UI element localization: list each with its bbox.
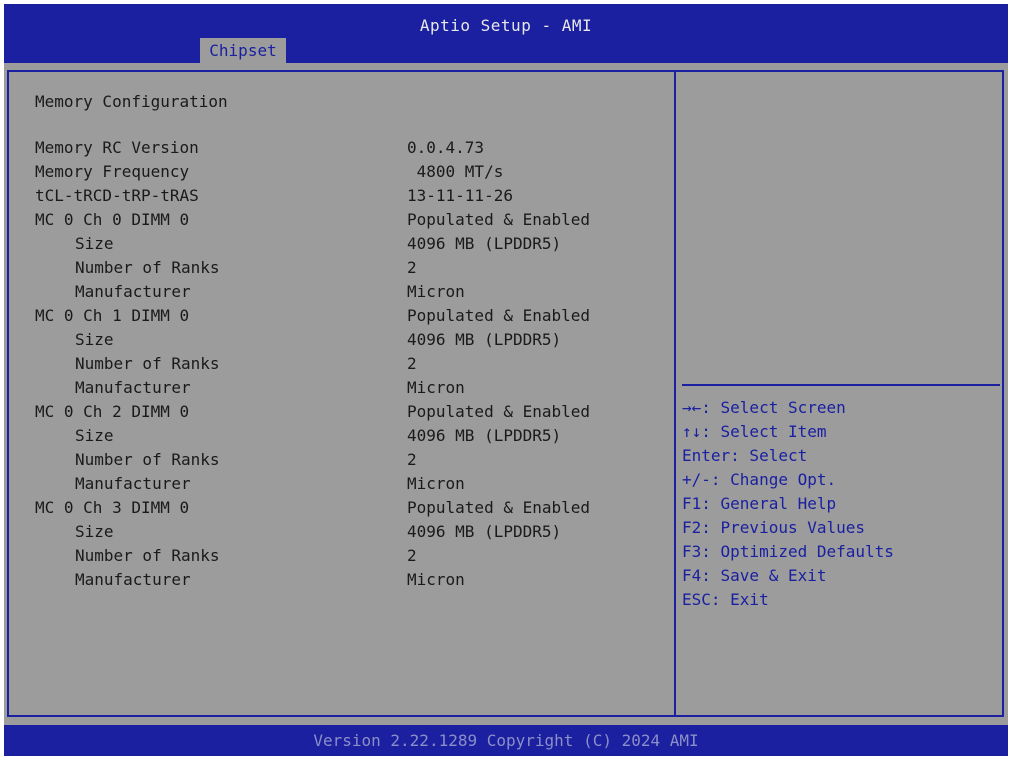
setting-row: Number of Ranks 2 xyxy=(35,546,655,570)
setting-value: 2 xyxy=(407,450,417,469)
setting-label: tCL-tRCD-tRP-tRAS xyxy=(35,186,199,205)
settings-panel: Memory Configuration Memory RC Version 0.… xyxy=(9,72,669,712)
setting-value: Micron xyxy=(407,474,465,493)
setting-label: Manufacturer xyxy=(75,282,191,301)
help-line: →←: Select Screen xyxy=(682,398,846,417)
setting-label: Number of Ranks xyxy=(75,354,220,373)
setting-label: Manufacturer xyxy=(75,474,191,493)
setting-row: Number of Ranks 2 xyxy=(35,258,655,282)
setting-value: Micron xyxy=(407,570,465,589)
setting-label: MC 0 Ch 2 DIMM 0 xyxy=(35,402,190,421)
setting-value: 2 xyxy=(407,546,417,565)
setting-value: Populated & Enabled xyxy=(407,306,591,325)
setting-value: Populated & Enabled xyxy=(407,210,591,229)
setting-row: tCL-tRCD-tRP-tRAS 13-11-11-26 xyxy=(35,186,655,210)
setting-value: 2 xyxy=(407,354,417,373)
setting-row: Manufacturer Micron xyxy=(35,282,655,306)
setting-row: MC 0 Ch 0 DIMM 0 Populated & Enabled xyxy=(35,210,655,234)
main-frame: Memory Configuration Memory RC Version 0.… xyxy=(7,70,1004,717)
setting-value: 4096 MB (LPDDR5) xyxy=(407,330,562,349)
setting-row: Manufacturer Micron xyxy=(35,570,655,594)
setting-value: Populated & Enabled xyxy=(407,402,591,421)
setting-row: MC 0 Ch 2 DIMM 0 Populated & Enabled xyxy=(35,402,655,426)
setting-label: Memory RC Version xyxy=(35,138,199,157)
footer-bar: Version 2.22.1289 Copyright (C) 2024 AMI xyxy=(4,725,1008,756)
help-line: F4: Save & Exit xyxy=(682,566,827,585)
setting-row: MC 0 Ch 3 DIMM 0 Populated & Enabled xyxy=(35,498,655,522)
setting-label: Number of Ranks xyxy=(75,546,220,565)
vertical-divider xyxy=(674,72,676,715)
setting-row: Size 4096 MB (LPDDR5) xyxy=(35,522,655,546)
setting-row: Manufacturer Micron xyxy=(35,378,655,402)
help-line: Enter: Select xyxy=(682,446,808,465)
setting-label: Size xyxy=(75,330,114,349)
setting-label: Number of Ranks xyxy=(75,258,220,277)
setting-label: Manufacturer xyxy=(75,570,191,589)
setting-row: Number of Ranks 2 xyxy=(35,450,655,474)
tab-chipset[interactable]: Chipset xyxy=(200,38,286,63)
help-divider xyxy=(682,384,1000,386)
help-line: +/-: Change Opt. xyxy=(682,470,837,489)
setting-label: MC 0 Ch 1 DIMM 0 xyxy=(35,306,190,325)
bios-screen: Aptio Setup - AMI Chipset Memory Configu… xyxy=(4,4,1008,756)
key-help-panel: →←: Select Screen ↑↓: Select Item Enter: S… xyxy=(682,398,1000,614)
setting-row: Memory RC Version 0.0.4.73 xyxy=(35,138,655,162)
help-line: ↑↓: Select Item xyxy=(682,422,827,441)
title-bar: Aptio Setup - AMI Chipset xyxy=(4,4,1008,63)
version-text: Version 2.22.1289 Copyright (C) 2024 AMI xyxy=(313,731,699,750)
setting-value: 2 xyxy=(407,258,417,277)
setting-value: 4096 MB (LPDDR5) xyxy=(407,234,562,253)
help-line: F3: Optimized Defaults xyxy=(682,542,894,561)
setting-row: Size 4096 MB (LPDDR5) xyxy=(35,330,655,354)
help-line: F2: Previous Values xyxy=(682,518,866,537)
setting-value: 4096 MB (LPDDR5) xyxy=(407,522,562,541)
app-title: Aptio Setup - AMI xyxy=(419,16,593,35)
setting-value: 4096 MB (LPDDR5) xyxy=(407,426,562,445)
setting-value: 0.0.4.73 xyxy=(407,138,485,157)
setting-value: 13-11-11-26 xyxy=(407,186,513,205)
setting-row: Manufacturer Micron xyxy=(35,474,655,498)
setting-label: Size xyxy=(75,234,114,253)
help-line: F1: General Help xyxy=(682,494,837,513)
setting-label: Memory Frequency xyxy=(35,162,190,181)
setting-row: Size 4096 MB (LPDDR5) xyxy=(35,426,655,450)
setting-row: Memory Frequency 4800 MT/s xyxy=(35,162,655,186)
setting-row: Number of Ranks 2 xyxy=(35,354,655,378)
setting-value: Micron xyxy=(407,378,465,397)
setting-label: Size xyxy=(75,522,114,541)
setting-label: MC 0 Ch 3 DIMM 0 xyxy=(35,498,190,517)
setting-value: 4800 MT/s xyxy=(407,162,504,181)
page-title: Memory Configuration xyxy=(35,92,228,111)
help-line: ESC: Exit xyxy=(682,590,769,609)
setting-row: Size 4096 MB (LPDDR5) xyxy=(35,234,655,258)
setting-label: Manufacturer xyxy=(75,378,191,397)
setting-label: MC 0 Ch 0 DIMM 0 xyxy=(35,210,190,229)
setting-row: MC 0 Ch 1 DIMM 0 Populated & Enabled xyxy=(35,306,655,330)
setting-label: Size xyxy=(75,426,114,445)
setting-value: Populated & Enabled xyxy=(407,498,591,517)
setting-value: Micron xyxy=(407,282,465,301)
setting-label: Number of Ranks xyxy=(75,450,220,469)
